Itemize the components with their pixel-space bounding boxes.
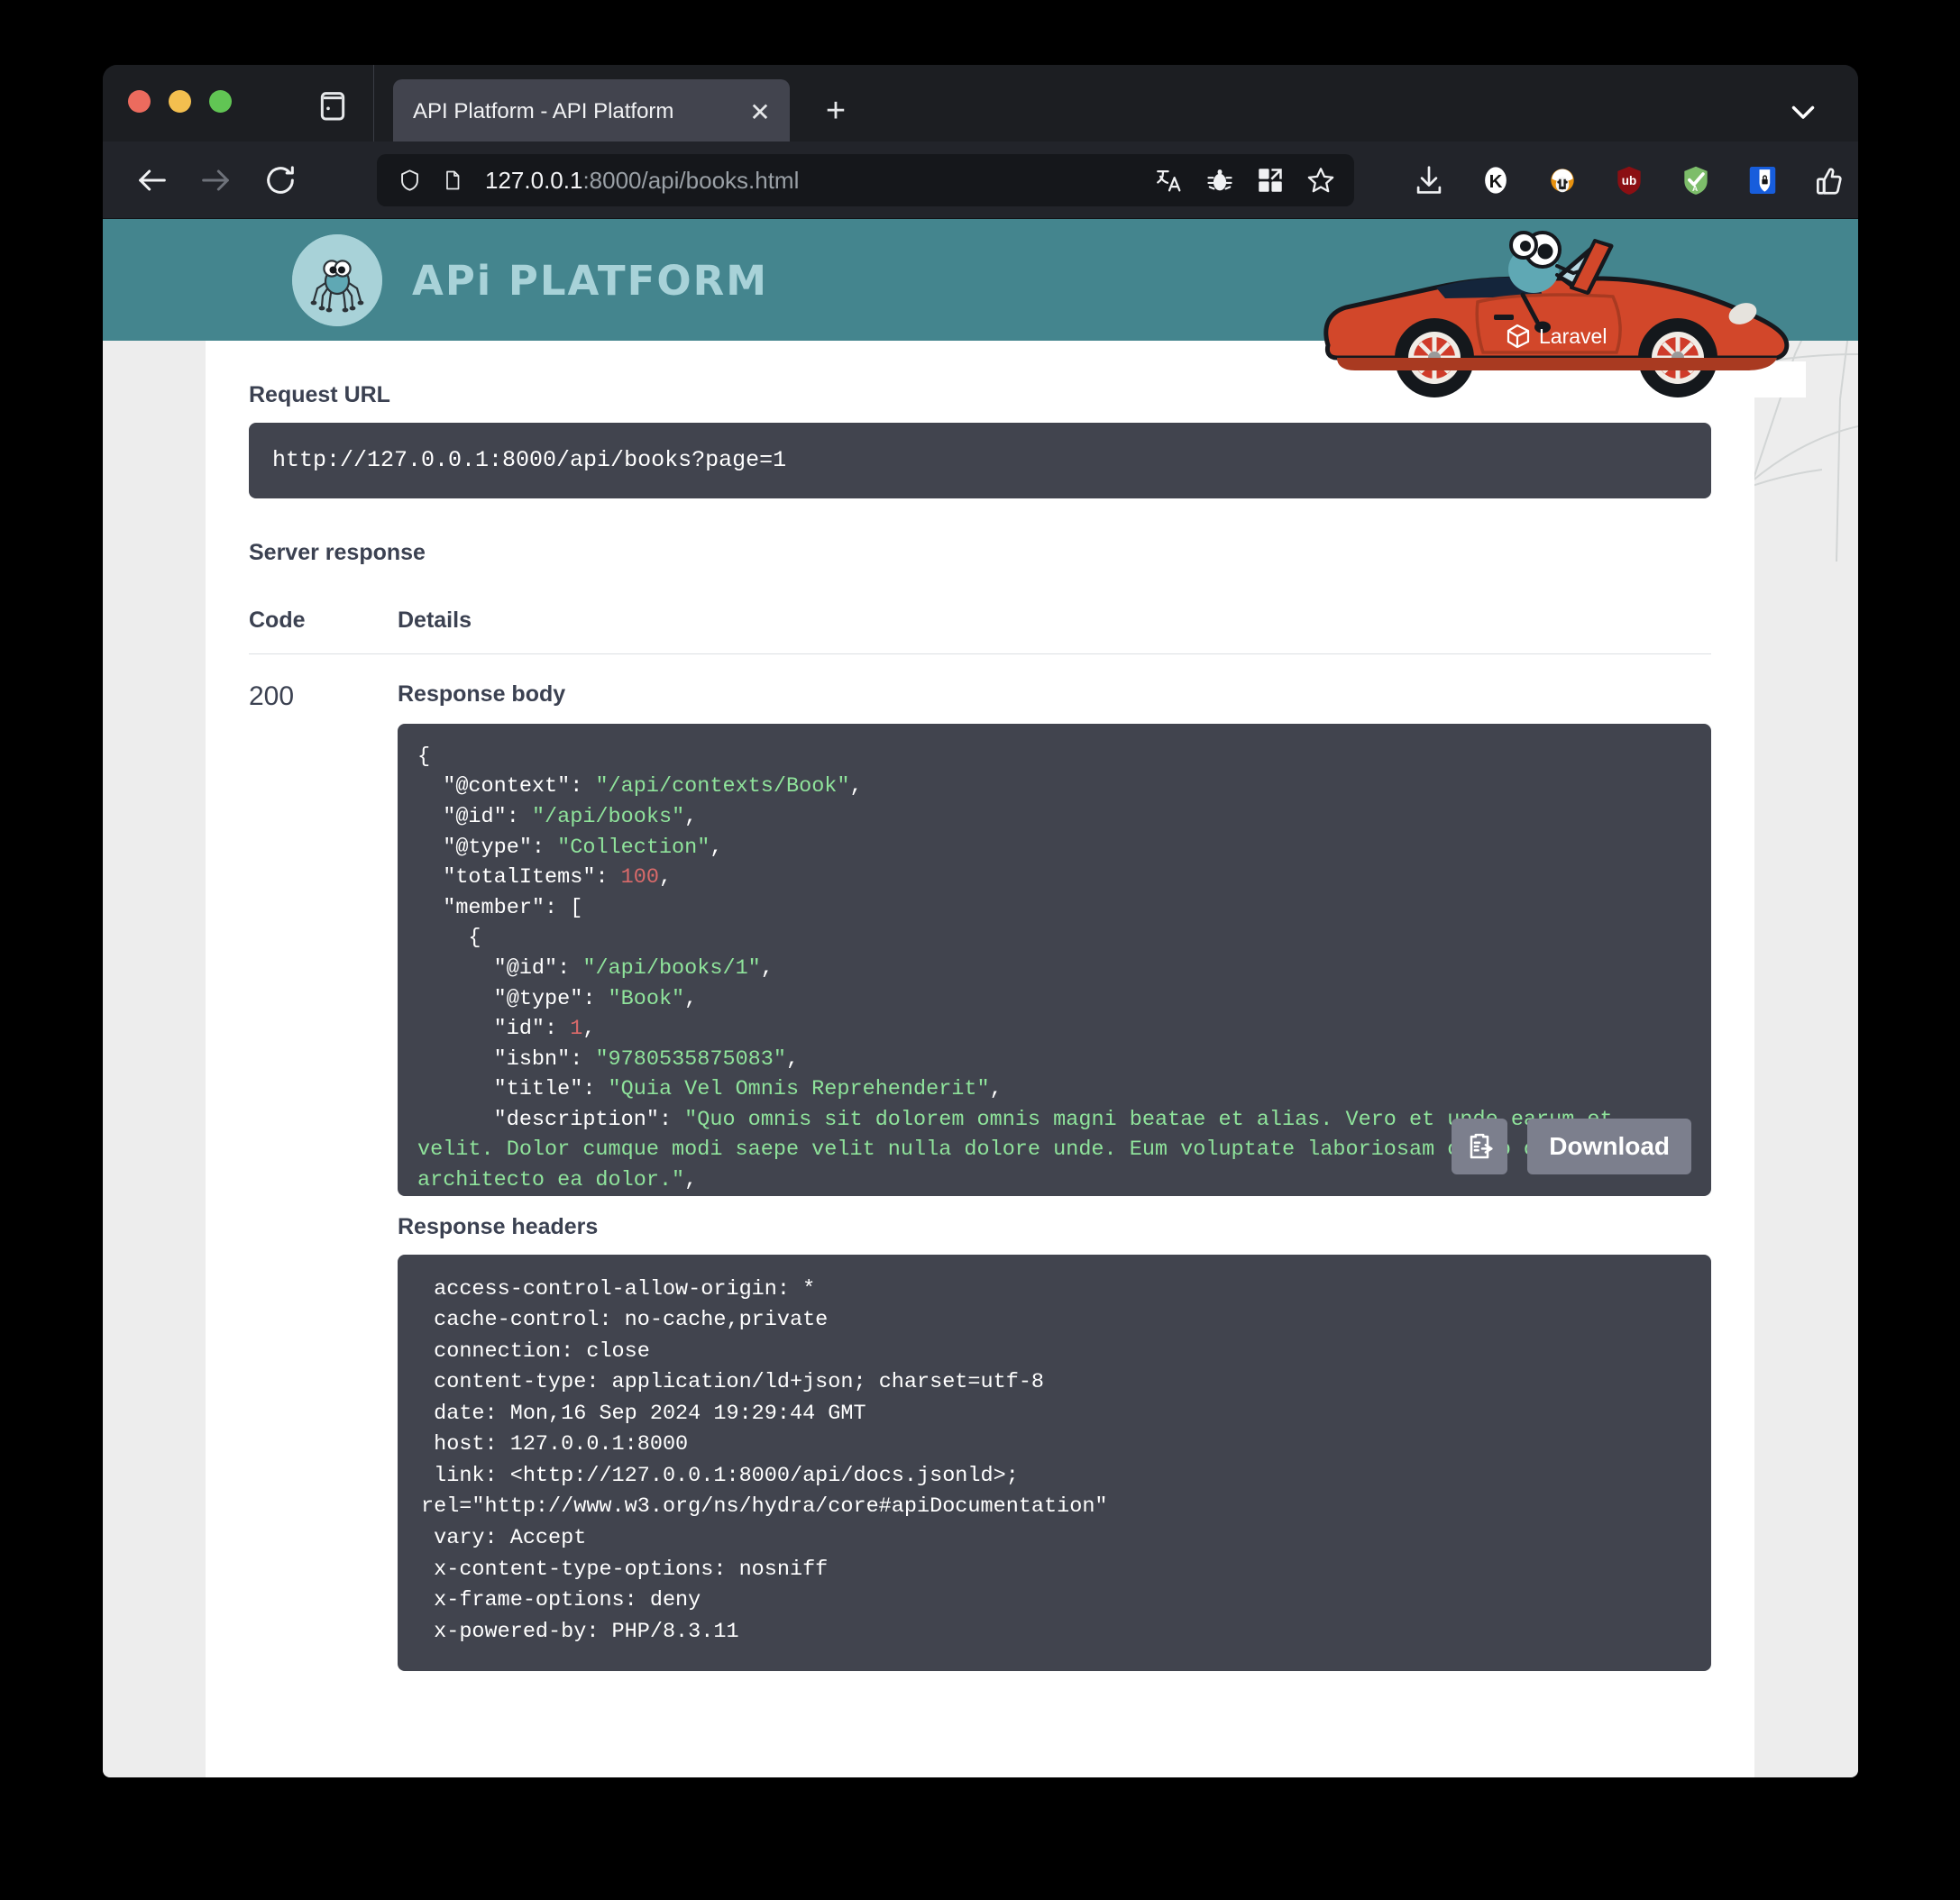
column-header-details: Details xyxy=(398,607,472,633)
maximize-window-button[interactable] xyxy=(209,90,232,113)
status-code: 200 xyxy=(249,681,295,711)
navigation-toolbar: 127.0.0.1:8000/api/books.html K ub A xyxy=(103,142,1858,219)
url-bar-actions xyxy=(1154,154,1336,206)
back-arrow-icon[interactable] xyxy=(130,158,175,203)
api-platform-header: APi PLATFORM xyxy=(103,219,1858,341)
download-button[interactable]: Download xyxy=(1527,1118,1691,1174)
adguard-icon[interactable]: A xyxy=(1679,163,1713,197)
svg-text:K: K xyxy=(1489,171,1503,192)
response-body-label: Response body xyxy=(398,681,566,707)
chevron-down-icon[interactable] xyxy=(1784,92,1822,130)
response-body-actions: Download xyxy=(1452,1118,1691,1174)
grid-apps-icon[interactable] xyxy=(1255,165,1286,196)
close-window-button[interactable] xyxy=(128,90,151,113)
page-viewport: Request URL http://127.0.0.1:8000/api/bo… xyxy=(103,219,1858,1777)
reload-icon[interactable] xyxy=(258,158,303,203)
response-table-row: 200 Response body { "@context": "/api/co… xyxy=(249,654,1711,1672)
server-response-label: Server response xyxy=(249,539,426,565)
svg-text:A: A xyxy=(1692,184,1698,193)
translate-icon[interactable] xyxy=(1154,165,1185,196)
privacy-badger-icon[interactable] xyxy=(1545,163,1580,197)
new-tab-button[interactable]: + xyxy=(815,90,856,132)
extension-toolbar: K ub A xyxy=(1412,154,1858,206)
copy-to-clipboard-button[interactable] xyxy=(1452,1118,1508,1174)
bitwarden-icon[interactable] xyxy=(1745,163,1780,197)
close-icon[interactable]: ✕ xyxy=(739,91,781,132)
response-headers-value: access-control-allow-origin: * cache-con… xyxy=(398,1254,1711,1672)
ublock-origin-icon[interactable]: ub xyxy=(1612,163,1646,197)
document-icon[interactable] xyxy=(442,167,463,194)
bug-icon[interactable] xyxy=(1204,165,1235,196)
response-table-header: Code Details xyxy=(249,607,1711,654)
browser-tab[interactable]: API Platform - API Platform ✕ xyxy=(393,79,790,144)
browser-window: API Platform - API Platform ✕ + 127.0.0.… xyxy=(103,65,1858,1777)
request-url-label: Request URL xyxy=(249,382,390,407)
tab-strip-divider xyxy=(373,65,374,142)
forward-arrow-icon[interactable] xyxy=(193,158,238,203)
request-url-value: http://127.0.0.1:8000/api/books?page=1 xyxy=(249,423,1711,498)
url-bar[interactable]: 127.0.0.1:8000/api/books.html xyxy=(377,154,1354,206)
shield-icon[interactable] xyxy=(398,167,422,194)
response-body-container[interactable]: { "@context": "/api/contexts/Book", "@id… xyxy=(398,723,1711,1196)
tab-title: API Platform - API Platform xyxy=(413,99,674,123)
window-traffic-lights xyxy=(128,90,232,113)
api-platform-spider-logo xyxy=(292,234,382,326)
brand-title: APi PLATFORM xyxy=(412,257,769,305)
column-header-code: Code xyxy=(249,607,306,633)
sidebar-icon[interactable] xyxy=(315,87,351,123)
url-text: 127.0.0.1:8000/api/books.html xyxy=(485,166,800,194)
download-arrow-icon[interactable] xyxy=(1412,163,1446,197)
swagger-response-panel: Request URL http://127.0.0.1:8000/api/bo… xyxy=(206,341,1754,1672)
minimize-window-button[interactable] xyxy=(169,90,191,113)
response-details: Response body { "@context": "/api/contex… xyxy=(398,681,1711,1672)
response-headers-label: Response headers xyxy=(398,1213,599,1239)
star-icon[interactable] xyxy=(1305,165,1336,196)
svg-text:ub: ub xyxy=(1622,174,1636,187)
sponsorblock-icon[interactable] xyxy=(1812,163,1846,197)
tab-strip: API Platform - API Platform ✕ + xyxy=(103,65,1858,144)
content-sheet: Request URL http://127.0.0.1:8000/api/bo… xyxy=(206,341,1754,1777)
kagi-k-icon[interactable]: K xyxy=(1479,163,1513,197)
